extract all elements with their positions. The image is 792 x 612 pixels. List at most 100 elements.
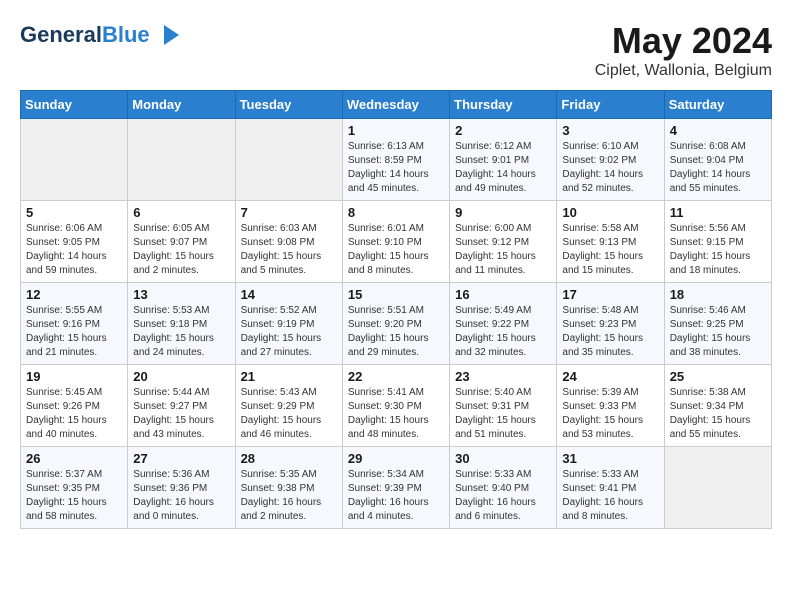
day-info: Sunrise: 5:49 AM Sunset: 9:22 PM Dayligh… <box>455 304 551 360</box>
calendar-week-row: 5 Sunrise: 6:06 AM Sunset: 9:05 PM Daylig… <box>21 201 772 283</box>
day-info: Sunrise: 5:41 AM Sunset: 9:30 PM Dayligh… <box>348 386 444 442</box>
calendar-cell: 27 Sunrise: 5:36 AM Sunset: 9:36 PM Dayli… <box>128 447 235 529</box>
day-number: 31 <box>562 451 658 466</box>
calendar-cell <box>235 119 342 201</box>
calendar-cell <box>664 447 771 529</box>
calendar-table: SundayMondayTuesdayWednesdayThursdayFrid… <box>20 90 772 529</box>
day-info: Sunrise: 5:43 AM Sunset: 9:29 PM Dayligh… <box>241 386 337 442</box>
calendar-cell: 23 Sunrise: 5:40 AM Sunset: 9:31 PM Dayli… <box>450 365 557 447</box>
day-info: Sunrise: 6:10 AM Sunset: 9:02 PM Dayligh… <box>562 140 658 196</box>
calendar-cell: 4Sunrise: 6:08 AM Sunset: 9:04 PM Daylig… <box>664 119 771 201</box>
day-number: 18 <box>670 287 766 302</box>
calendar-week-row: 1Sunrise: 6:13 AM Sunset: 8:59 PM Daylig… <box>21 119 772 201</box>
calendar-cell: 20Sunrise: 5:44 AM Sunset: 9:27 PM Dayli… <box>128 365 235 447</box>
day-of-week-header: Thursday <box>450 91 557 119</box>
day-of-week-header: Saturday <box>664 91 771 119</box>
day-of-week-header: Tuesday <box>235 91 342 119</box>
calendar-cell: 31 Sunrise: 5:33 AM Sunset: 9:41 PM Dayli… <box>557 447 664 529</box>
title-block: May 2024 Ciplet, Wallonia, Belgium <box>595 20 772 80</box>
day-info: Sunrise: 5:53 AM Sunset: 9:18 PM Dayligh… <box>133 304 229 360</box>
day-info: Sunrise: 6:06 AM Sunset: 9:05 PM Dayligh… <box>26 222 122 278</box>
day-number: 21 <box>241 369 337 384</box>
day-number: 25 <box>670 369 766 384</box>
day-info: Sunrise: 6:12 AM Sunset: 9:01 PM Dayligh… <box>455 140 551 196</box>
calendar-cell: 21 Sunrise: 5:43 AM Sunset: 9:29 PM Dayli… <box>235 365 342 447</box>
day-info: Sunrise: 6:01 AM Sunset: 9:10 PM Dayligh… <box>348 222 444 278</box>
calendar-week-row: 26 Sunrise: 5:37 AM Sunset: 9:35 PM Dayli… <box>21 447 772 529</box>
day-number: 6 <box>133 205 229 220</box>
page-header: GeneralBlue May 2024 Ciplet, Wallonia, B… <box>20 20 772 80</box>
calendar-cell: 19Sunrise: 5:45 AM Sunset: 9:26 PM Dayli… <box>21 365 128 447</box>
day-info: Sunrise: 5:36 AM Sunset: 9:36 PM Dayligh… <box>133 468 229 524</box>
day-info: Sunrise: 5:33 AM Sunset: 9:41 PM Dayligh… <box>562 468 658 524</box>
logo: GeneralBlue <box>20 20 184 50</box>
day-number: 5 <box>26 205 122 220</box>
day-info: Sunrise: 5:35 AM Sunset: 9:38 PM Dayligh… <box>241 468 337 524</box>
day-number: 27 <box>133 451 229 466</box>
calendar-cell: 30 Sunrise: 5:33 AM Sunset: 9:40 PM Dayli… <box>450 447 557 529</box>
calendar-week-row: 19Sunrise: 5:45 AM Sunset: 9:26 PM Dayli… <box>21 365 772 447</box>
day-number: 11 <box>670 205 766 220</box>
day-info: Sunrise: 5:58 AM Sunset: 9:13 PM Dayligh… <box>562 222 658 278</box>
calendar-cell: 22 Sunrise: 5:41 AM Sunset: 9:30 PM Dayli… <box>342 365 449 447</box>
day-info: Sunrise: 6:05 AM Sunset: 9:07 PM Dayligh… <box>133 222 229 278</box>
calendar-cell: 29 Sunrise: 5:34 AM Sunset: 9:39 PM Dayli… <box>342 447 449 529</box>
calendar-cell: 10 Sunrise: 5:58 AM Sunset: 9:13 PM Dayli… <box>557 201 664 283</box>
calendar-cell: 16 Sunrise: 5:49 AM Sunset: 9:22 PM Dayli… <box>450 283 557 365</box>
calendar-cell: 12Sunrise: 5:55 AM Sunset: 9:16 PM Dayli… <box>21 283 128 365</box>
day-number: 28 <box>241 451 337 466</box>
day-of-week-header: Sunday <box>21 91 128 119</box>
calendar-week-row: 12Sunrise: 5:55 AM Sunset: 9:16 PM Dayli… <box>21 283 772 365</box>
day-number: 2 <box>455 123 551 138</box>
day-of-week-header: Friday <box>557 91 664 119</box>
calendar-cell <box>21 119 128 201</box>
day-info: Sunrise: 5:44 AM Sunset: 9:27 PM Dayligh… <box>133 386 229 442</box>
day-info: Sunrise: 5:40 AM Sunset: 9:31 PM Dayligh… <box>455 386 551 442</box>
calendar-cell: 1Sunrise: 6:13 AM Sunset: 8:59 PM Daylig… <box>342 119 449 201</box>
calendar-cell: 15Sunrise: 5:51 AM Sunset: 9:20 PM Dayli… <box>342 283 449 365</box>
calendar-cell: 14 Sunrise: 5:52 AM Sunset: 9:19 PM Dayli… <box>235 283 342 365</box>
calendar-cell: 11Sunrise: 5:56 AM Sunset: 9:15 PM Dayli… <box>664 201 771 283</box>
day-number: 16 <box>455 287 551 302</box>
calendar-cell <box>128 119 235 201</box>
calendar-cell: 6 Sunrise: 6:05 AM Sunset: 9:07 PM Daylig… <box>128 201 235 283</box>
day-info: Sunrise: 5:48 AM Sunset: 9:23 PM Dayligh… <box>562 304 658 360</box>
day-number: 14 <box>241 287 337 302</box>
calendar-cell: 25 Sunrise: 5:38 AM Sunset: 9:34 PM Dayli… <box>664 365 771 447</box>
day-number: 26 <box>26 451 122 466</box>
calendar-cell: 9Sunrise: 6:00 AM Sunset: 9:12 PM Daylig… <box>450 201 557 283</box>
calendar-cell: 3 Sunrise: 6:10 AM Sunset: 9:02 PM Daylig… <box>557 119 664 201</box>
calendar-cell: 13Sunrise: 5:53 AM Sunset: 9:18 PM Dayli… <box>128 283 235 365</box>
day-number: 30 <box>455 451 551 466</box>
calendar-cell: 8 Sunrise: 6:01 AM Sunset: 9:10 PM Daylig… <box>342 201 449 283</box>
day-number: 4 <box>670 123 766 138</box>
day-info: Sunrise: 5:51 AM Sunset: 9:20 PM Dayligh… <box>348 304 444 360</box>
day-number: 22 <box>348 369 444 384</box>
day-number: 29 <box>348 451 444 466</box>
day-info: Sunrise: 5:39 AM Sunset: 9:33 PM Dayligh… <box>562 386 658 442</box>
calendar-cell: 28 Sunrise: 5:35 AM Sunset: 9:38 PM Dayli… <box>235 447 342 529</box>
logo-icon <box>154 20 184 50</box>
day-number: 3 <box>562 123 658 138</box>
day-number: 10 <box>562 205 658 220</box>
day-info: Sunrise: 6:00 AM Sunset: 9:12 PM Dayligh… <box>455 222 551 278</box>
day-number: 23 <box>455 369 551 384</box>
calendar-cell: 26 Sunrise: 5:37 AM Sunset: 9:35 PM Dayli… <box>21 447 128 529</box>
calendar-cell: 2 Sunrise: 6:12 AM Sunset: 9:01 PM Daylig… <box>450 119 557 201</box>
day-number: 24 <box>562 369 658 384</box>
day-info: Sunrise: 5:33 AM Sunset: 9:40 PM Dayligh… <box>455 468 551 524</box>
calendar-cell: 17 Sunrise: 5:48 AM Sunset: 9:23 PM Dayli… <box>557 283 664 365</box>
day-number: 17 <box>562 287 658 302</box>
day-info: Sunrise: 5:38 AM Sunset: 9:34 PM Dayligh… <box>670 386 766 442</box>
day-info: Sunrise: 5:52 AM Sunset: 9:19 PM Dayligh… <box>241 304 337 360</box>
day-info: Sunrise: 5:55 AM Sunset: 9:16 PM Dayligh… <box>26 304 122 360</box>
day-info: Sunrise: 5:37 AM Sunset: 9:35 PM Dayligh… <box>26 468 122 524</box>
day-number: 19 <box>26 369 122 384</box>
day-info: Sunrise: 5:34 AM Sunset: 9:39 PM Dayligh… <box>348 468 444 524</box>
day-number: 8 <box>348 205 444 220</box>
day-info: Sunrise: 6:13 AM Sunset: 8:59 PM Dayligh… <box>348 140 444 196</box>
day-number: 7 <box>241 205 337 220</box>
day-of-week-header: Monday <box>128 91 235 119</box>
day-info: Sunrise: 6:03 AM Sunset: 9:08 PM Dayligh… <box>241 222 337 278</box>
main-title: May 2024 <box>595 20 772 62</box>
